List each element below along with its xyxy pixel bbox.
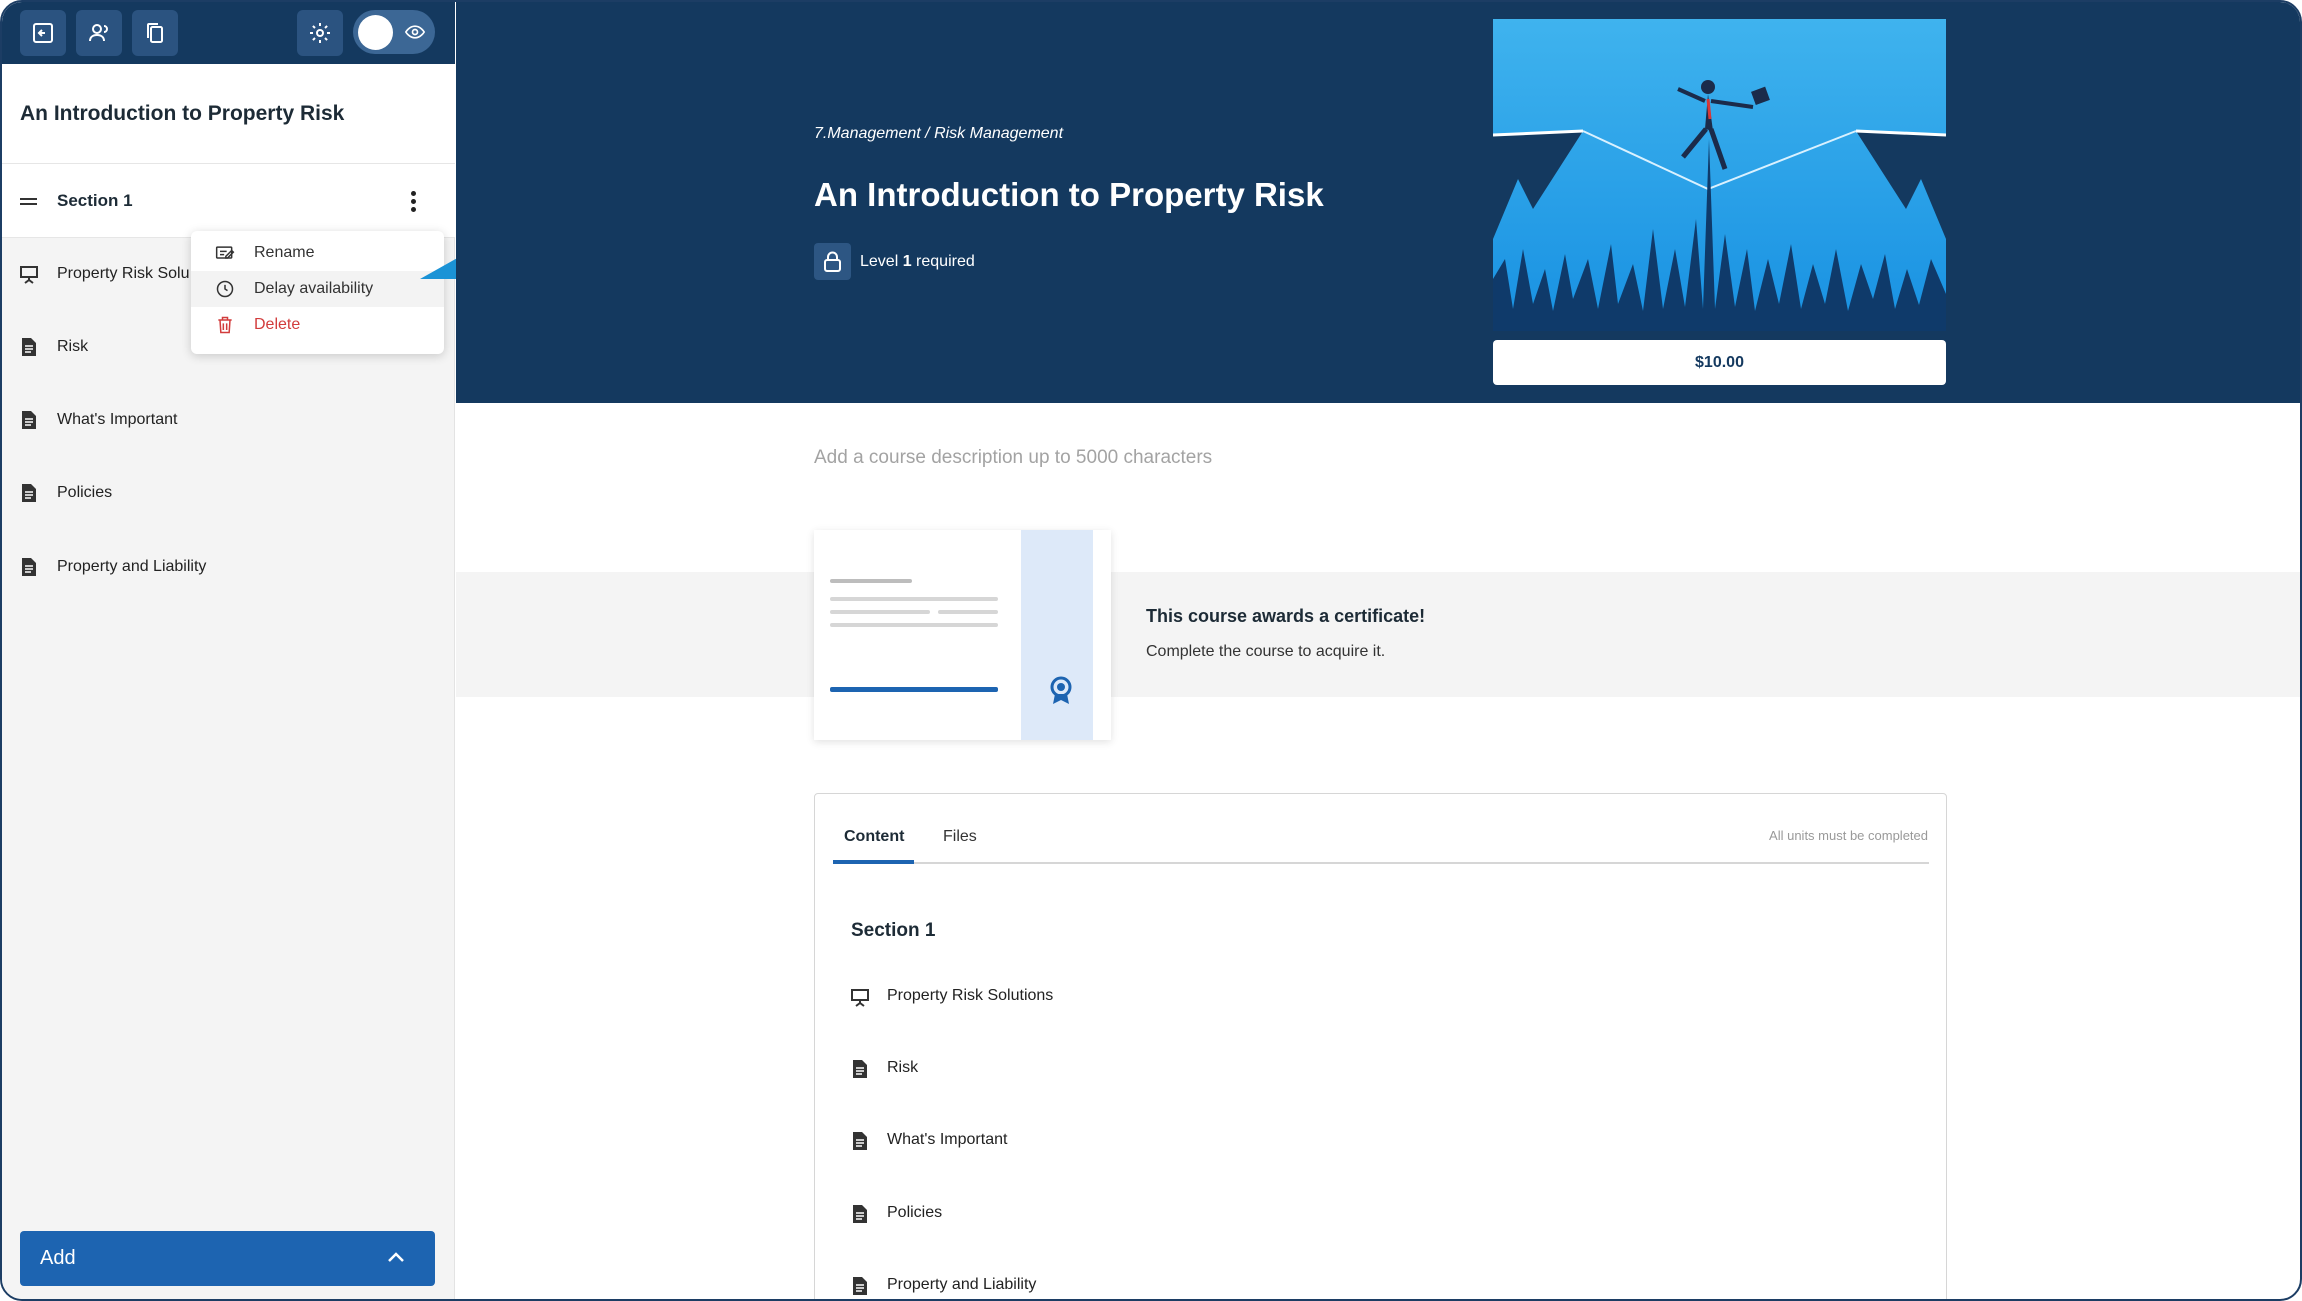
category-breadcrumb[interactable]: 7.Management / Risk Management (814, 125, 1063, 143)
chevron-up-icon (388, 1252, 404, 1262)
exit-button[interactable] (20, 10, 66, 56)
course-cover-image[interactable] (1493, 19, 1946, 331)
content-unit[interactable]: Risk (851, 1054, 1451, 1084)
price-label: $10.00 (1695, 354, 1744, 371)
sidebar-section[interactable]: Section 1 (2, 164, 455, 238)
level-suffix: required (911, 253, 975, 270)
course-description-input[interactable]: Add a course description up to 5000 char… (814, 447, 1212, 469)
copy-button[interactable] (132, 10, 178, 56)
tabs-divider (833, 862, 1929, 864)
active-tab-indicator (833, 860, 914, 864)
certificate-preview[interactable] (814, 530, 1111, 740)
content-unit[interactable]: What's Important (851, 1126, 1451, 1156)
lock-icon (824, 251, 841, 272)
certificate-line (830, 597, 998, 601)
menu-item-label: Delete (254, 316, 301, 333)
gear-icon (310, 23, 330, 43)
sidebar-toolbar (2, 2, 455, 64)
tab-files[interactable]: Files (943, 828, 977, 846)
sidebar-unit-label: Risk (57, 338, 89, 355)
content-unit[interactable]: Property Risk Solutions (851, 982, 1451, 1012)
copy-icon (147, 23, 163, 43)
settings-button[interactable] (297, 10, 343, 56)
certificate-title: This course awards a certificate! (1146, 606, 1426, 626)
document-icon (853, 1132, 867, 1150)
price-button[interactable]: $10.00 (1493, 340, 1946, 385)
menu-item-delete[interactable]: Delete (191, 307, 444, 343)
sidebar-section-label: Section 1 (57, 191, 133, 210)
add-button-label: Add (40, 1247, 76, 1269)
sidebar: An Introduction to Property Risk Section… (2, 2, 455, 1299)
section-options-menu: Rename Delay availability Delete (191, 231, 444, 354)
sidebar-unit[interactable]: What's Important (2, 401, 455, 441)
award-icon (1050, 676, 1072, 704)
sidebar-unit-label: Property and Liability (57, 558, 207, 575)
sidebar-unit[interactable]: Policies (2, 474, 455, 514)
certificate-band (456, 572, 2300, 697)
document-icon (22, 558, 36, 576)
level-requirement[interactable]: Level 1 required (860, 253, 975, 271)
tab-content[interactable]: Content (844, 828, 904, 846)
clock-icon (216, 280, 234, 298)
certificate-line (830, 623, 998, 627)
preview-toggle[interactable] (353, 10, 435, 54)
course-hero (456, 2, 2300, 403)
toggle-knob (358, 15, 393, 50)
menu-item-rename[interactable]: Rename (191, 235, 444, 271)
drag-handle-icon[interactable] (20, 198, 37, 205)
document-icon (853, 1205, 867, 1223)
add-button[interactable]: Add (20, 1231, 435, 1286)
sidebar-unit-label: Policies (57, 484, 113, 501)
certificate-line (830, 579, 912, 583)
course-content-panel: Content Files All units must be complete… (814, 793, 1947, 1299)
document-icon (22, 484, 36, 502)
certificate-line (938, 610, 998, 614)
content-unit-label: Policies (887, 1204, 943, 1221)
content-unit-label: What's Important (887, 1131, 1008, 1148)
document-icon (22, 411, 36, 429)
sidebar-unit-label: What's Important (57, 411, 178, 428)
presentation-icon (20, 266, 38, 284)
exit-icon (33, 23, 53, 43)
content-unit-label: Risk (887, 1059, 919, 1076)
content-unit-label: Property and Liability (887, 1276, 1037, 1293)
content-section-title: Section 1 (851, 920, 936, 941)
rename-icon (215, 246, 235, 259)
document-icon (853, 1060, 867, 1078)
document-icon (853, 1277, 867, 1295)
sidebar-unit[interactable]: Property and Liability (2, 548, 455, 588)
menu-item-label: Delay availability (254, 280, 374, 297)
more-options-icon[interactable] (407, 191, 419, 215)
certificate-side-panel (1021, 530, 1093, 740)
course-title[interactable]: An Introduction to Property Risk (814, 176, 1324, 214)
users-button[interactable] (76, 10, 122, 56)
app-window: An Introduction to Property Risk Section… (0, 0, 2302, 1301)
certificate-line (830, 610, 930, 614)
content-unit[interactable]: Policies (851, 1199, 1451, 1229)
completion-requirement[interactable]: All units must be completed (1769, 828, 1928, 843)
menu-item-label: Rename (254, 244, 315, 261)
level-number: 1 (902, 253, 912, 270)
lock-badge (814, 243, 851, 280)
certificate-subtitle: Complete the course to acquire it. (1146, 643, 1386, 660)
sidebar-unit-label: Property Risk Solu (57, 265, 190, 282)
content-unit[interactable]: Property and Liability (851, 1271, 1451, 1299)
level-prefix: Level (860, 253, 903, 270)
trash-icon (218, 316, 232, 334)
content-unit-label: Property Risk Solutions (887, 987, 1054, 1004)
users-icon (89, 24, 108, 42)
menu-item-delay-availability[interactable]: Delay availability (191, 271, 444, 307)
sidebar-course-title[interactable]: An Introduction to Property Risk (20, 102, 344, 126)
sidebar-course-header: An Introduction to Property Risk (2, 64, 455, 164)
eye-icon (405, 25, 425, 39)
presentation-icon (851, 989, 869, 1007)
document-icon (22, 338, 36, 356)
certificate-bar (830, 687, 998, 692)
